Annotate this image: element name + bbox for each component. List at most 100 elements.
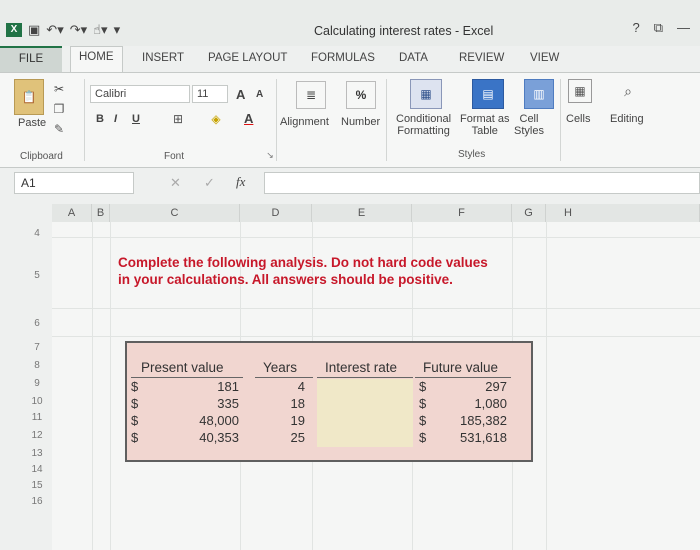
- row-header-14[interactable]: 14: [22, 464, 52, 475]
- years-cell[interactable]: 18: [257, 396, 305, 411]
- column-header-b[interactable]: B: [92, 204, 110, 222]
- gridline: [52, 336, 700, 337]
- number-button[interactable]: Number: [341, 116, 380, 128]
- pv-cell[interactable]: 335: [177, 396, 239, 411]
- years-cell[interactable]: 25: [257, 430, 305, 445]
- enter-formula-button[interactable]: ✓: [204, 175, 215, 191]
- column-header-c[interactable]: C: [110, 204, 240, 222]
- cell-styles-button[interactable]: Cell Styles: [514, 113, 544, 137]
- cells-button[interactable]: Cells: [566, 113, 590, 125]
- font-size-dropdown[interactable]: 11: [192, 85, 228, 103]
- font-color-button[interactable]: A: [244, 111, 253, 126]
- tab-insert[interactable]: INSERT: [142, 52, 184, 64]
- tab-review[interactable]: REVIEW: [459, 52, 504, 64]
- undo-icon[interactable]: ↶▾: [46, 22, 63, 38]
- formula-input[interactable]: [264, 172, 700, 194]
- paste-icon[interactable]: 📋: [14, 79, 44, 115]
- pv-currency: $: [131, 413, 139, 428]
- tab-view[interactable]: VIEW: [530, 52, 559, 64]
- column-header-a[interactable]: A: [52, 204, 92, 222]
- header-future-value[interactable]: Future value: [423, 360, 498, 375]
- pv-cell[interactable]: 40,353: [177, 430, 239, 445]
- table-label: Table: [471, 125, 498, 137]
- bold-button[interactable]: B: [96, 113, 104, 125]
- header-years[interactable]: Years: [263, 360, 297, 375]
- alignment-button[interactable]: Alignment: [280, 116, 329, 128]
- alignment-icon[interactable]: ≣: [296, 81, 326, 109]
- fv-cell[interactable]: 297: [445, 379, 507, 394]
- borders-icon[interactable]: ⊞: [168, 111, 188, 127]
- row-header-15[interactable]: 15: [22, 480, 52, 491]
- editing-icon[interactable]: ⌕: [616, 79, 640, 103]
- paste-label[interactable]: Paste: [18, 117, 46, 129]
- minimize-button[interactable]: —: [677, 20, 690, 36]
- ribbon-display-button[interactable]: ⧉: [654, 20, 663, 36]
- fill-color-icon[interactable]: ◈: [206, 111, 226, 127]
- row-header-5[interactable]: 5: [22, 270, 52, 281]
- row-header-11[interactable]: 11: [22, 412, 52, 423]
- years-cell[interactable]: 4: [257, 379, 305, 394]
- formula-bar: A1 ✕ ✓ fx: [0, 168, 700, 198]
- tab-data[interactable]: DATA: [399, 52, 428, 64]
- customize-qat-icon[interactable]: ▾: [114, 22, 121, 38]
- cut-icon[interactable]: ✂: [50, 81, 68, 97]
- column-header-h[interactable]: H: [546, 204, 700, 222]
- gridline: [52, 237, 700, 238]
- header-present-value[interactable]: Present value: [141, 360, 224, 375]
- format-as-table-button[interactable]: Format as Table: [460, 113, 510, 137]
- cells-icon[interactable]: ▦: [568, 79, 592, 103]
- row-header-4[interactable]: 4: [22, 228, 52, 239]
- fv-cell[interactable]: 185,382: [445, 413, 507, 428]
- header-underline: [317, 377, 413, 378]
- grow-font-button[interactable]: A: [236, 87, 245, 102]
- row-header-9[interactable]: 9: [22, 378, 52, 389]
- percent-icon[interactable]: %: [346, 81, 376, 109]
- font-name-dropdown[interactable]: Calibri: [90, 85, 190, 103]
- conditional-formatting-icon[interactable]: ▦: [410, 79, 442, 109]
- quick-access-toolbar: X ▣ ↶▾ ↷▾ ☝▾ ▾: [6, 22, 120, 38]
- insert-function-button[interactable]: fx: [236, 174, 245, 190]
- editing-button[interactable]: Editing: [610, 113, 644, 125]
- format-painter-icon[interactable]: ✎: [50, 121, 68, 137]
- underline-button[interactable]: U: [132, 113, 140, 125]
- row-header-8[interactable]: 8: [22, 360, 52, 371]
- tab-file[interactable]: FILE: [0, 46, 62, 72]
- pv-cell[interactable]: 48,000: [177, 413, 239, 428]
- save-icon[interactable]: ▣: [28, 22, 40, 38]
- conditional-formatting-button[interactable]: Conditional Formatting: [396, 113, 451, 137]
- header-interest-rate[interactable]: Interest rate: [325, 360, 397, 375]
- row-header-16[interactable]: 16: [22, 496, 52, 507]
- font-group-label: Font: [164, 151, 185, 162]
- row-header-12[interactable]: 12: [22, 430, 52, 441]
- italic-button[interactable]: I: [114, 113, 117, 125]
- tab-page-layout[interactable]: PAGE LAYOUT: [208, 52, 287, 64]
- cancel-formula-button[interactable]: ✕: [170, 175, 181, 191]
- redo-icon[interactable]: ↷▾: [70, 22, 87, 38]
- fv-cell[interactable]: 531,618: [445, 430, 507, 445]
- row-header-10[interactable]: 10: [22, 396, 52, 407]
- touch-mode-icon[interactable]: ☝▾: [93, 22, 107, 38]
- name-box[interactable]: A1: [14, 172, 134, 194]
- instruction-text[interactable]: Complete the following analysis. Do not …: [118, 254, 488, 288]
- interest-rate-input-cells[interactable]: [317, 379, 413, 447]
- row-header-7[interactable]: 7: [22, 342, 52, 353]
- tab-home[interactable]: HOME: [70, 46, 123, 73]
- format-as-table-icon[interactable]: ▤: [472, 79, 504, 109]
- gridline: [52, 308, 700, 309]
- help-button[interactable]: ?: [632, 20, 639, 36]
- font-dialog-launcher-icon[interactable]: ↘: [264, 149, 276, 161]
- cell-styles-icon[interactable]: ▥: [524, 79, 554, 109]
- row-header-6[interactable]: 6: [22, 318, 52, 329]
- format-as-label: Format as: [460, 113, 510, 125]
- fv-cell[interactable]: 1,080: [445, 396, 507, 411]
- years-cell[interactable]: 19: [257, 413, 305, 428]
- shrink-font-button[interactable]: A: [256, 89, 263, 100]
- tab-formulas[interactable]: FORMULAS: [311, 52, 375, 64]
- column-header-g[interactable]: G: [512, 204, 546, 222]
- row-header-13[interactable]: 13: [22, 448, 52, 459]
- pv-cell[interactable]: 181: [177, 379, 239, 394]
- column-header-f[interactable]: F: [412, 204, 512, 222]
- column-header-e[interactable]: E: [312, 204, 412, 222]
- copy-icon[interactable]: ❐: [50, 101, 68, 117]
- column-header-d[interactable]: D: [240, 204, 312, 222]
